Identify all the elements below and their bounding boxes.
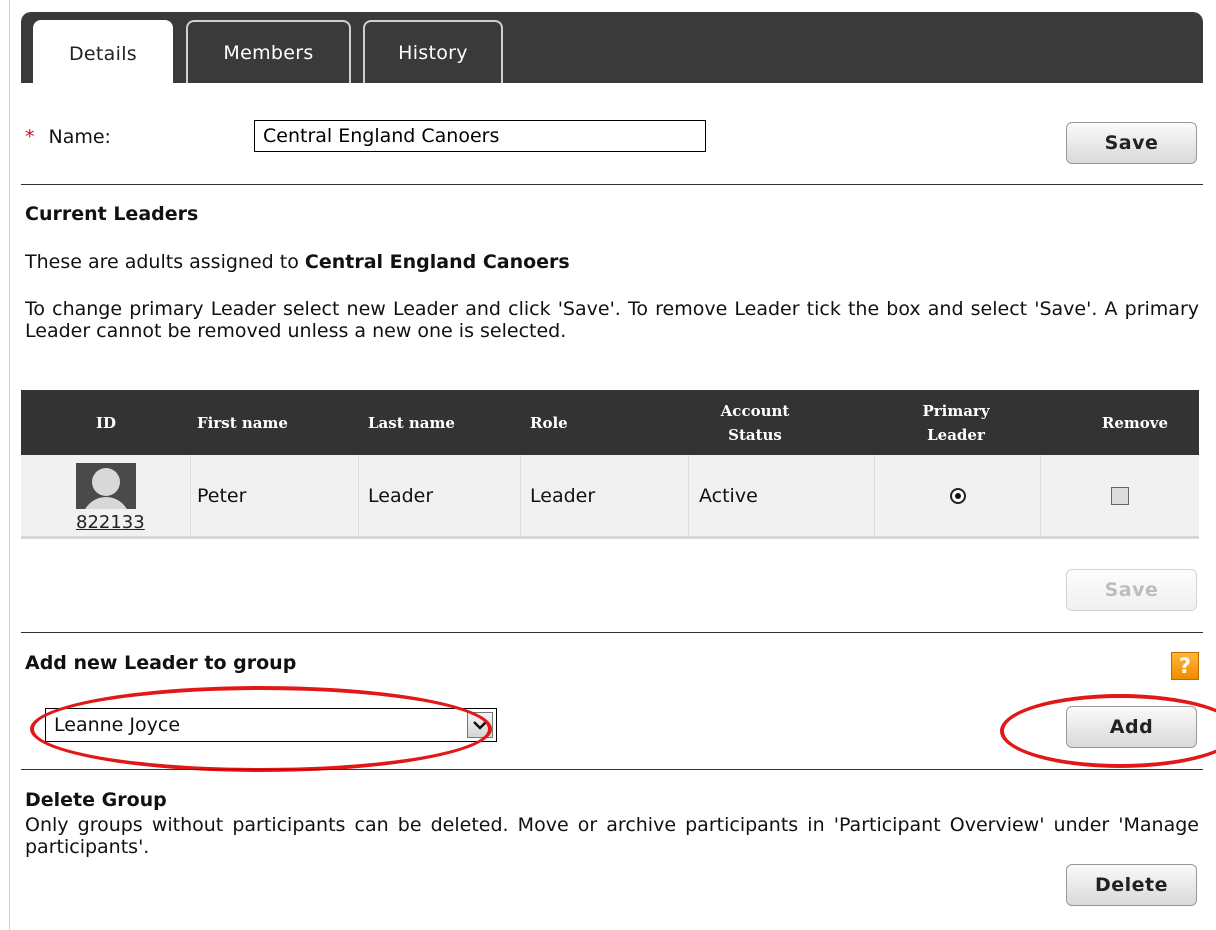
- delete-group-text: Only groups without participants can be …: [25, 814, 1199, 858]
- leaders-intro-prefix: These are adults assigned to: [25, 251, 299, 273]
- group-name-input[interactable]: [254, 120, 706, 152]
- page-border: [9, 0, 10, 930]
- table-row: 822133 Peter Leader Leader Active: [21, 455, 1199, 539]
- leader-select[interactable]: Leanne Joyce: [45, 708, 497, 742]
- tab-bar: Details Members History: [21, 12, 1203, 85]
- save-leaders-button[interactable]: Save: [1066, 569, 1197, 611]
- leader-select-value: Leanne Joyce: [54, 714, 181, 736]
- remove-leader-checkbox[interactable]: [1111, 486, 1129, 505]
- tab-details[interactable]: Details: [33, 20, 173, 85]
- col-first-name: First name: [197, 413, 288, 432]
- name-label-text: Name:: [48, 126, 111, 148]
- current-leaders-heading: Current Leaders: [25, 203, 199, 225]
- tab-history[interactable]: History: [363, 20, 503, 83]
- required-marker: *: [25, 126, 35, 148]
- table-header: ID First name Last name Role Account Stat…: [21, 390, 1199, 455]
- member-id-link[interactable]: 822133: [76, 512, 145, 533]
- avatar: [76, 463, 136, 509]
- save-name-button[interactable]: Save: [1066, 122, 1197, 164]
- cell-remove: [1041, 455, 1199, 536]
- divider: [21, 632, 1203, 633]
- help-icon[interactable]: ?: [1171, 652, 1199, 680]
- add-leader-heading: Add new Leader to group: [25, 652, 297, 674]
- cell-role: Leader: [521, 455, 689, 536]
- col-id: ID: [95, 413, 117, 432]
- leaders-intro-group-name: Central England Canoers: [304, 251, 570, 273]
- cell-first-name: Peter: [191, 455, 359, 536]
- tab-members[interactable]: Members: [186, 20, 351, 83]
- cell-id: 822133: [21, 455, 191, 536]
- chevron-down-icon[interactable]: [467, 712, 493, 738]
- primary-leader-radio[interactable]: [949, 487, 966, 504]
- name-label: * Name:: [25, 126, 111, 148]
- delete-group-heading: Delete Group: [25, 789, 167, 811]
- delete-group-button[interactable]: Delete: [1066, 864, 1197, 906]
- col-primary-leader: Primary Leader: [922, 401, 990, 444]
- divider: [21, 184, 1203, 185]
- col-remove: Remove: [1101, 413, 1169, 432]
- col-last-name: Last name: [368, 413, 455, 432]
- col-account-status: Account Status: [720, 401, 790, 444]
- leaders-instructions: To change primary Leader select new Lead…: [25, 298, 1199, 342]
- cell-last-name: Leader: [359, 455, 521, 536]
- add-leader-button[interactable]: Add: [1066, 706, 1197, 748]
- divider: [21, 769, 1203, 770]
- col-role: Role: [530, 413, 568, 432]
- leaders-intro: These are adults assigned to Central Eng…: [25, 251, 1199, 273]
- cell-primary-leader: [875, 455, 1041, 536]
- cell-account-status: Active: [689, 455, 875, 536]
